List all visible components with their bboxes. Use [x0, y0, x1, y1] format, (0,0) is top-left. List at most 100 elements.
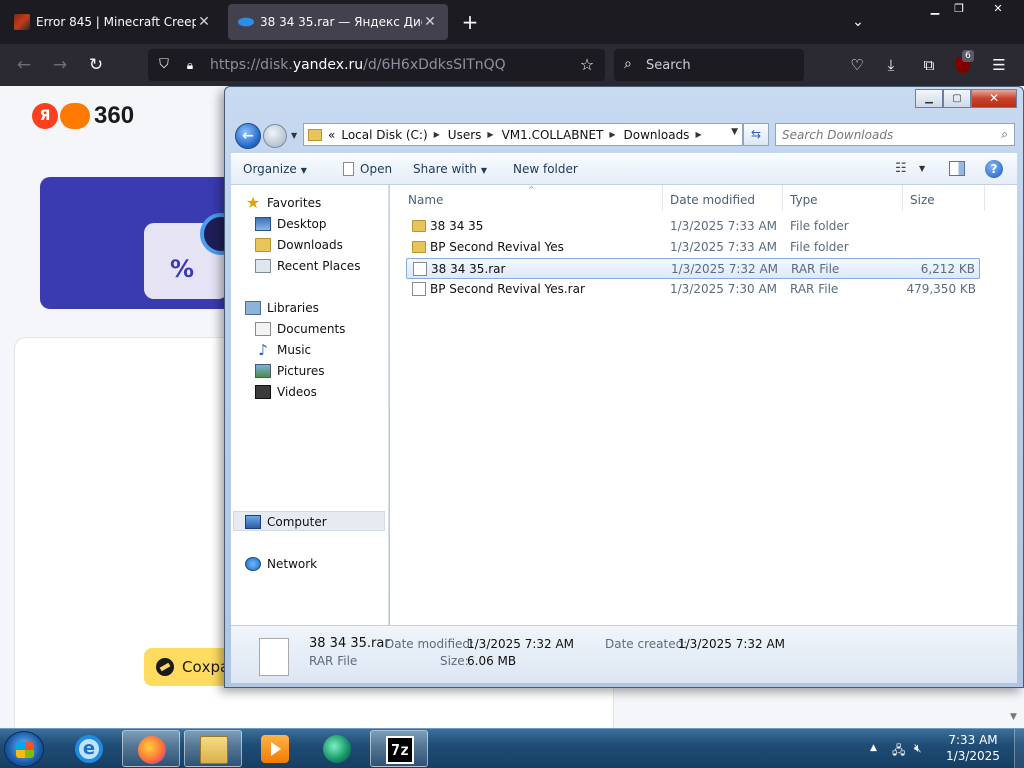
address-bar[interactable]: « Local Disk (C:) ▶ Users ▶ VM1.COLLABNE… — [303, 123, 743, 146]
network-tray-icon[interactable]: 🖧︎ — [892, 741, 905, 762]
history-dropdown-icon[interactable]: ▼ — [291, 131, 297, 140]
nav-desktop[interactable]: Desktop — [255, 214, 327, 234]
taskbar-internet-explorer[interactable]: e — [60, 730, 118, 767]
music-note-icon: ♪ — [258, 341, 268, 359]
refresh-button[interactable]: ⇆ — [743, 123, 769, 146]
back-arrow-icon[interactable]: ← — [235, 123, 261, 149]
show-desktop-button[interactable] — [1014, 729, 1024, 768]
column-header-name[interactable]: Name — [408, 193, 443, 207]
breadcrumb-separator-icon[interactable]: ▶ — [695, 130, 701, 139]
tab-yandex-disk[interactable]: 38 34 35.rar — Яндекс Диск ✕ — [228, 4, 448, 40]
taskbar-firefox[interactable] — [122, 730, 180, 767]
extensions-icon[interactable]: ⧉ — [918, 54, 940, 76]
file-type: File folder — [790, 240, 849, 254]
start-button[interactable] — [4, 731, 44, 767]
file-row-38-34-35-folder[interactable]: 38 34 35 1/3/2025 7:33 AM File folder — [406, 216, 980, 237]
breadcrumb-local-disk[interactable]: Local Disk (C:) — [341, 128, 427, 142]
breadcrumb-vm1-collabnet[interactable]: VM1.COLLABNET — [502, 128, 604, 142]
column-divider[interactable] — [782, 185, 783, 211]
change-view-icon[interactable]: ☷ — [895, 161, 907, 176]
nav-label: Libraries — [267, 301, 319, 315]
pictures-icon — [255, 364, 271, 378]
list-all-tabs-button[interactable]: ⌄ — [846, 10, 870, 34]
column-header-type[interactable]: Type — [790, 193, 818, 207]
file-row-38-34-35-rar[interactable]: 38 34 35.rar 1/3/2025 7:32 AM RAR File 6… — [406, 258, 980, 279]
windows-logo-icon — [16, 742, 34, 758]
taskbar-green-app[interactable] — [308, 730, 366, 767]
internet-explorer-icon: e — [75, 735, 103, 763]
restore-browser-button[interactable]: ❐ — [942, 0, 976, 18]
tab-minecraft-creepypasta[interactable]: Error 845 | Minecraft CreepyPas ✕ — [4, 4, 222, 40]
taskbar-windows-explorer[interactable] — [184, 730, 242, 767]
maximize-button[interactable]: ▢ — [943, 89, 971, 108]
file-size: 6,212 KB — [920, 262, 975, 276]
file-name: 38 34 35 — [430, 219, 484, 233]
nav-videos[interactable]: Videos — [255, 382, 317, 402]
column-divider[interactable] — [984, 185, 985, 211]
nav-recent-places[interactable]: Recent Places — [255, 256, 360, 276]
close-browser-button[interactable]: ✕ — [978, 0, 1018, 18]
column-header-size[interactable]: Size — [910, 193, 935, 207]
yandex-disk-favicon-icon — [238, 17, 254, 27]
scroll-down-arrow-icon[interactable]: ▼ — [1010, 712, 1022, 724]
yandex-360-logo[interactable]: Я 360 — [32, 102, 134, 130]
new-tab-button[interactable]: + — [456, 8, 484, 36]
forward-button[interactable]: → — [48, 53, 72, 77]
search-bar[interactable]: ⌕ Search — [614, 49, 804, 81]
view-options-dropdown-icon[interactable]: ▼ — [919, 164, 925, 173]
breadcrumb-overflow[interactable]: « — [328, 128, 335, 142]
help-icon[interactable]: ? — [985, 160, 1003, 178]
open-button[interactable]: Open — [343, 162, 392, 176]
breadcrumb-users[interactable]: Users — [448, 128, 482, 142]
nav-computer[interactable]: Computer — [245, 512, 327, 532]
new-folder-button[interactable]: New folder — [513, 162, 578, 176]
nav-music[interactable]: ♪ Music — [255, 340, 311, 360]
close-tab-icon[interactable]: ✕ — [422, 14, 438, 30]
nav-label: Videos — [277, 385, 317, 399]
close-button[interactable]: ✕ — [971, 89, 1017, 108]
file-icon — [412, 282, 426, 296]
nav-favorites[interactable]: ★ Favorites — [245, 193, 321, 213]
share-with-button[interactable]: Share with ▼ — [413, 162, 487, 176]
breadcrumb-downloads[interactable]: Downloads — [624, 128, 690, 142]
column-divider[interactable] — [662, 185, 663, 211]
clock-time[interactable]: 7:33 AM — [936, 733, 1010, 747]
breadcrumb-separator-icon[interactable]: ▶ — [434, 130, 440, 139]
menu-icon[interactable]: ☰ — [988, 54, 1010, 76]
close-tab-icon[interactable]: ✕ — [196, 14, 212, 30]
reload-button[interactable]: ↻ — [84, 53, 108, 77]
nav-pictures[interactable]: Pictures — [255, 361, 325, 381]
nav-documents[interactable]: Documents — [255, 319, 345, 339]
clock-date[interactable]: 1/3/2025 — [936, 749, 1010, 763]
taskbar-media-player[interactable] — [246, 730, 304, 767]
show-hidden-icons-icon[interactable]: ▲ — [870, 743, 877, 753]
file-row-bp-second-revival-yes-folder[interactable]: BP Second Revival Yes 1/3/2025 7:33 AM F… — [406, 237, 980, 258]
preview-pane-icon[interactable] — [949, 161, 965, 176]
address-dropdown-icon[interactable]: ▼ — [731, 127, 738, 137]
url-bar[interactable]: ⛉ 🔒︎ https://disk.yandex.ru/d/6H6xDdksSI… — [148, 49, 605, 81]
ublock-origin-icon[interactable]: 6 — [952, 50, 974, 76]
nav-downloads[interactable]: Downloads — [255, 235, 343, 255]
file-date: 1/3/2025 7:32 AM — [671, 262, 779, 276]
column-divider[interactable] — [902, 185, 903, 211]
organize-button[interactable]: Organize ▼ — [243, 162, 307, 176]
downloads-icon[interactable]: ⤓ — [880, 54, 902, 76]
search-downloads-input[interactable]: Search Downloads ⌕ — [775, 123, 1015, 146]
tracking-protection-icon[interactable]: ⛉ — [156, 57, 172, 73]
open-label: Open — [360, 162, 393, 176]
file-row-bp-second-revival-yes-rar[interactable]: BP Second Revival Yes.rar 1/3/2025 7:30 … — [406, 279, 980, 300]
back-button[interactable]: ← — [12, 53, 36, 77]
taskbar-7-zip[interactable]: 7z — [370, 730, 428, 767]
forward-arrow-icon[interactable] — [263, 124, 287, 148]
lock-icon[interactable]: 🔒︎ — [182, 57, 198, 73]
url-text[interactable]: https://disk.yandex.ru/d/6H6xDdksSITnQQ — [210, 57, 506, 73]
column-header-date-modified[interactable]: Date modified — [670, 193, 755, 207]
minimize-button[interactable]: ▁ — [915, 89, 943, 108]
nav-libraries[interactable]: Libraries — [245, 298, 319, 318]
volume-muted-icon[interactable]: 🔇︎ — [914, 741, 922, 756]
breadcrumb-separator-icon[interactable]: ▶ — [487, 130, 493, 139]
bookmark-star-icon[interactable]: ☆ — [578, 56, 596, 74]
nav-network[interactable]: Network — [245, 554, 317, 574]
breadcrumb-separator-icon[interactable]: ▶ — [609, 130, 615, 139]
pocket-icon[interactable]: ♡ — [846, 54, 868, 76]
